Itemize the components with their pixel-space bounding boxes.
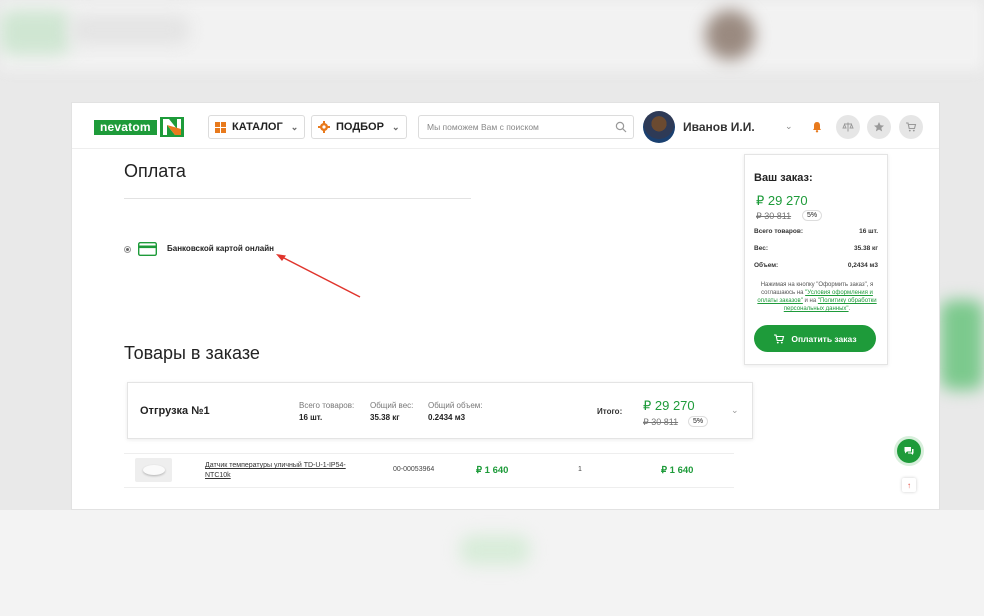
payment-method-label[interactable]: Банковской картой онлайн — [167, 244, 274, 253]
order-total: ₽ 29 270 — [756, 193, 808, 208]
logo-text: nevatom — [94, 119, 157, 135]
shipment-total: ₽ 29 270 — [643, 398, 695, 413]
scales-icon — [842, 122, 854, 132]
shipment-volume: Общий объем: 0.2434 м3 — [428, 401, 482, 422]
red-arrow-annotation — [276, 254, 361, 298]
divider — [124, 198, 471, 199]
shipment-card[interactable]: Отгрузка №1 Всего товаров: 16 шт. Общий … — [127, 382, 753, 439]
order-volume-label: Объем: — [754, 262, 779, 269]
blurred-side-blob — [940, 300, 984, 390]
chevron-down-icon[interactable]: ⌄ — [785, 121, 793, 132]
catalog-button[interactable]: КАТАЛОГ ⌄ — [208, 115, 306, 139]
order-title: Ваш заказ: — [754, 172, 813, 184]
catalog-label: КАТАЛОГ — [232, 121, 283, 133]
shipment-items: Всего товаров: 16 шт. — [299, 401, 354, 422]
blurred-logo-blob — [0, 10, 70, 55]
shipment-total-label: Итого: — [597, 407, 623, 416]
note-suffix: . — [848, 306, 851, 312]
selection-button[interactable]: ПОДБОР ⌄ — [311, 115, 407, 139]
selection-label: ПОДБОР — [336, 121, 384, 133]
product-quantity: 1 — [578, 466, 582, 473]
shipment-old-total: ₽ 30 811 — [643, 417, 679, 427]
bell-icon — [813, 122, 821, 133]
shipment-weight-label: Общий вес: — [370, 401, 414, 410]
search-placeholder: Мы поможем Вам с поиском — [427, 122, 539, 132]
shipment-discount-badge: 5% — [688, 416, 709, 427]
chat-button[interactable] — [897, 439, 921, 463]
chevron-down-icon[interactable]: ⌄ — [731, 405, 739, 416]
product-code: 00-00053964 — [393, 466, 435, 473]
cart-icon — [774, 333, 785, 343]
blurred-avatar-blob — [705, 10, 755, 60]
site-header: nevatom КАТАЛОГ ⌄ ПОДБОР ⌄ Мы поможем Ва… — [72, 103, 939, 149]
user-name[interactable]: Иванов И.И. — [683, 120, 755, 134]
shipment-volume-value: 0.2434 м3 — [428, 413, 466, 422]
checkout-screen: nevatom КАТАЛОГ ⌄ ПОДБОР ⌄ Мы поможем Ва… — [72, 103, 939, 509]
table-row: Датчик температуры уличный TD-U-1-IP54-N… — [124, 453, 734, 488]
order-items-label: Всего товаров: — [754, 228, 804, 235]
order-weight-label: Вес: — [754, 245, 769, 252]
search-input[interactable]: Мы поможем Вам с поиском — [418, 115, 634, 139]
agreement-note: Нажимая на кнопку "Оформить заказ", я со… — [753, 281, 881, 313]
order-summary: Ваш заказ: ₽ 29 270 ₽ 30 811 5% Всего то… — [744, 154, 888, 365]
product-name-link[interactable]: Датчик температуры уличный TD-U-1-IP54-N… — [205, 461, 365, 481]
product-price: ₽ 1 640 — [476, 465, 509, 476]
cart-button[interactable] — [899, 115, 923, 139]
order-items-value: 16 шт. — [859, 228, 878, 235]
star-icon — [874, 122, 884, 132]
product-image[interactable] — [135, 458, 172, 482]
order-old-total: ₽ 30 811 — [756, 211, 792, 221]
avatar[interactable] — [643, 111, 675, 143]
scroll-up-button[interactable]: ↑ — [902, 478, 916, 492]
payment-method-radio[interactable] — [124, 246, 131, 253]
chevron-down-icon: ⌄ — [290, 121, 299, 132]
shipment-weight-value: 35.38 кг — [370, 413, 400, 422]
compare-button[interactable] — [836, 115, 860, 139]
product-sum: ₽ 1 640 — [661, 465, 694, 476]
shipment-title: Отгрузка №1 — [140, 405, 210, 417]
chevron-down-icon: ⌄ — [391, 121, 400, 132]
shipment-items-value: 16 шт. — [299, 413, 323, 422]
blurred-catalog-blob — [70, 15, 190, 45]
shipment-items-label: Всего товаров: — [299, 401, 355, 410]
order-discount-badge: 5% — [802, 210, 823, 221]
note-mid: и на — [802, 298, 818, 304]
chat-icon — [904, 447, 914, 455]
credit-card-icon — [138, 242, 157, 256]
pay-order-button[interactable]: Оплатить заказ — [754, 325, 876, 352]
cart-icon — [906, 122, 917, 132]
shipment-volume-label: Общий объем: — [428, 401, 483, 410]
gear-icon — [318, 121, 330, 133]
order-weight-value: 35.38 кг — [853, 245, 878, 252]
arrow-up-icon: ↑ — [907, 480, 911, 490]
nevatom-logo[interactable]: nevatom — [94, 117, 184, 137]
pay-order-label: Оплатить заказ — [791, 333, 857, 344]
favorites-button[interactable] — [867, 115, 891, 139]
order-volume-value: 0,2434 м3 — [847, 262, 878, 269]
goods-title: Товары в заказе — [124, 343, 260, 363]
search-icon[interactable] — [615, 121, 627, 133]
notifications-button[interactable] — [805, 115, 829, 139]
blurred-bottom-blob — [460, 535, 530, 565]
logo-n-icon — [159, 117, 184, 137]
shipment-weight: Общий вес: 35.38 кг — [370, 401, 413, 422]
payment-title: Оплата — [124, 161, 186, 181]
grid-icon — [215, 121, 226, 133]
